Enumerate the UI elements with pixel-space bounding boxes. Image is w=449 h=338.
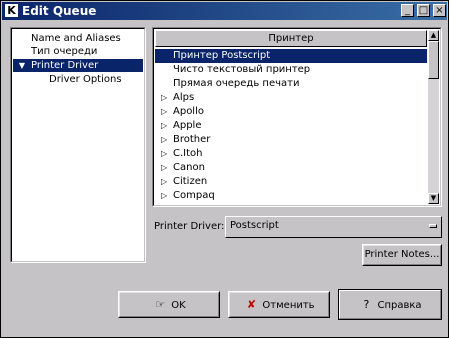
cancel-button[interactable]: ✘ Отменить	[228, 291, 330, 318]
list-item[interactable]: ▷ Citizen	[155, 175, 427, 189]
printer-notes-button[interactable]: Printer Notes...	[362, 244, 442, 266]
minimize-button[interactable]: _	[401, 4, 414, 17]
printer-driver-combo[interactable]: Postscript	[225, 216, 442, 238]
tree-item-driver-options[interactable]: Driver Options	[11, 73, 143, 86]
list-item[interactable]: Прямая очередь печати	[155, 77, 427, 91]
list-item[interactable]: Принтер Postscript	[155, 49, 427, 63]
maximize-button[interactable]: □	[417, 4, 430, 17]
expand-right-icon[interactable]: ▷	[161, 161, 167, 175]
list-item[interactable]: ▷ C.Itoh	[155, 147, 427, 161]
column-header-printer[interactable]: Принтер	[155, 30, 427, 47]
ok-button[interactable]: ☞ OK	[118, 291, 220, 318]
list-item[interactable]: ▷ Canon	[155, 161, 427, 175]
list-item[interactable]: ▷ Apple	[155, 119, 427, 133]
printer-driver-label: Printer Driver:	[154, 221, 225, 232]
section-tree: Name and Aliases Тип очереди ▼ Printer D…	[10, 27, 146, 263]
scroll-down-icon[interactable]: ▼	[428, 193, 439, 204]
expand-right-icon[interactable]: ▷	[161, 133, 167, 147]
title-bar[interactable]: K Edit Queue _ □ ×	[2, 2, 447, 20]
list-item[interactable]: ▷ Brother	[155, 133, 427, 147]
help-button[interactable]: ? Справка	[338, 289, 442, 320]
list-item[interactable]: ▷ Compaq	[155, 189, 427, 202]
window-title: Edit Queue	[22, 4, 97, 18]
expand-right-icon[interactable]: ▷	[161, 91, 167, 105]
printer-driver-value: Postscript	[230, 220, 279, 231]
expand-right-icon[interactable]: ▷	[161, 189, 167, 202]
dropdown-icon[interactable]	[429, 224, 437, 228]
tree-item-label: Printer Driver	[31, 60, 99, 71]
scroll-up-icon[interactable]: ▲	[428, 30, 439, 41]
expand-right-icon[interactable]: ▷	[161, 105, 167, 119]
expand-right-icon[interactable]: ▷	[161, 147, 167, 161]
tree-item-printer-driver[interactable]: ▼ Printer Driver	[13, 59, 143, 72]
list-item[interactable]: ▷ Apollo	[155, 105, 427, 119]
list-item[interactable]: ▷ Alps	[155, 91, 427, 105]
tree-item-queue-type[interactable]: Тип очереди	[11, 45, 143, 58]
scrollbar-thumb[interactable]	[428, 41, 439, 79]
tree-item-name-and-aliases[interactable]: Name and Aliases	[11, 32, 143, 45]
expand-right-icon[interactable]: ▷	[161, 119, 167, 133]
kde-app-icon[interactable]: K	[5, 4, 18, 17]
help-icon: ?	[363, 298, 370, 311]
driver-list: Принтер Принтер Postscript Чисто текстов…	[152, 27, 442, 207]
cancel-x-icon: ✘	[246, 298, 257, 311]
expand-right-icon[interactable]: ▷	[161, 175, 167, 189]
vertical-scrollbar[interactable]: ▲ ▼	[428, 30, 439, 204]
tree-expand-down-icon[interactable]: ▼	[17, 59, 27, 72]
list-item[interactable]: Чисто текстовый принтер	[155, 63, 427, 77]
ok-hand-icon: ☞	[155, 298, 166, 311]
edit-queue-dialog: K Edit Queue _ □ × Name and Aliases Тип …	[0, 0, 449, 338]
close-button[interactable]: ×	[433, 4, 446, 17]
